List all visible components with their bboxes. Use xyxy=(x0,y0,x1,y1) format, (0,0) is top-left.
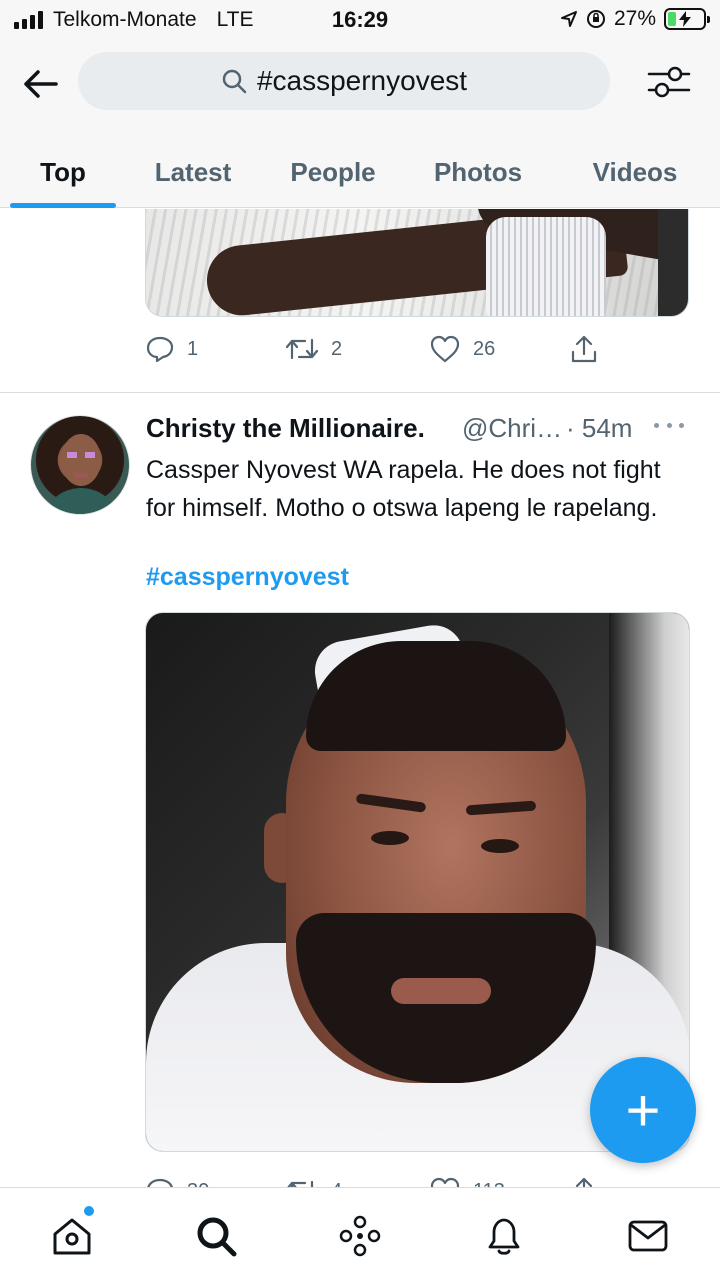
status-bar: Telkom-Monate LTE 16:29 27% xyxy=(0,0,720,40)
search-input[interactable]: #casspernyovest xyxy=(78,52,610,110)
previous-tweet-actions: 1 2 26 xyxy=(145,329,645,369)
nav-spaces[interactable] xyxy=(336,1212,384,1260)
compose-tweet-button[interactable]: + xyxy=(590,1057,696,1163)
tab-top[interactable]: Top xyxy=(10,136,116,208)
arrow-left-icon xyxy=(24,70,58,98)
notification-dot xyxy=(84,1206,94,1216)
battery-icon xyxy=(664,8,710,30)
back-button[interactable] xyxy=(18,62,62,106)
previous-tweet-image[interactable] xyxy=(145,209,689,317)
tweet-header: Christy the Millionaire. @Chri… · 54m xyxy=(146,413,696,449)
tweet-text: Cassper Nyovest WA rapela. He does not f… xyxy=(146,456,661,522)
search-settings-button[interactable] xyxy=(646,62,692,102)
tab-photos[interactable]: Photos xyxy=(418,136,538,208)
author-name[interactable]: Christy the Millionaire. xyxy=(146,413,425,444)
tweet-timestamp[interactable]: · 54m xyxy=(566,413,632,444)
retweet-count: 4 xyxy=(331,1180,342,1188)
status-right: 27% xyxy=(560,7,710,31)
search-icon xyxy=(222,69,247,94)
more-options-icon[interactable] xyxy=(654,415,684,435)
plus-icon: + xyxy=(625,1076,661,1144)
retweet-button[interactable]: 2 xyxy=(285,336,342,362)
like-button[interactable]: 26 xyxy=(429,335,495,363)
active-tab-indicator xyxy=(10,203,116,208)
share-icon xyxy=(575,1177,593,1187)
nav-home[interactable] xyxy=(48,1206,96,1260)
reply-count: 1 xyxy=(187,337,199,360)
retweet-icon xyxy=(287,1180,314,1187)
tweet-divider xyxy=(0,392,720,393)
sliders-icon xyxy=(647,66,691,98)
author-handle[interactable]: @Chri… xyxy=(462,413,562,444)
orientation-lock-icon xyxy=(586,10,605,28)
reply-button[interactable]: 1 xyxy=(145,335,198,363)
tab-label: People xyxy=(290,156,376,187)
reply-icon xyxy=(147,1178,173,1187)
retweet-button[interactable]: 4 xyxy=(285,1178,342,1187)
bottom-nav xyxy=(0,1187,720,1280)
search-query: #casspernyovest xyxy=(256,65,468,96)
nav-notifications[interactable] xyxy=(480,1212,528,1260)
spaces-icon xyxy=(339,1215,381,1257)
share-icon xyxy=(571,335,597,363)
search-tabs: Top Latest People Photos Videos xyxy=(0,136,720,208)
tab-label: Videos xyxy=(592,156,678,187)
mail-icon xyxy=(628,1220,668,1252)
retweet-count: 2 xyxy=(331,337,343,360)
reply-button[interactable]: 30 xyxy=(145,1177,209,1187)
tab-label: Latest xyxy=(154,156,232,187)
share-button[interactable] xyxy=(569,1176,599,1187)
tweet-actions: 30 4 113 xyxy=(145,1171,645,1187)
battery-percent: 27% xyxy=(613,7,656,30)
tab-people[interactable]: People xyxy=(272,136,394,208)
location-icon xyxy=(560,11,577,27)
search-header: #casspernyovest Top Latest People Photos… xyxy=(0,40,720,208)
like-count: 113 xyxy=(473,1180,505,1188)
timeline[interactable]: 1 2 26 Christy the Millionaire. @Chri… ·… xyxy=(0,209,720,1187)
bell-icon xyxy=(488,1218,520,1255)
like-count: 26 xyxy=(473,337,496,360)
tab-label: Top xyxy=(40,156,86,187)
retweet-icon xyxy=(285,338,319,360)
heart-icon xyxy=(430,335,460,363)
home-icon xyxy=(53,1218,91,1255)
reply-icon xyxy=(146,336,174,363)
heart-icon xyxy=(430,1177,460,1187)
tab-label: Photos xyxy=(433,156,523,187)
share-button[interactable] xyxy=(569,334,599,364)
search-icon xyxy=(197,1217,237,1257)
tab-videos[interactable]: Videos xyxy=(576,136,694,208)
reply-count: 30 xyxy=(187,1180,209,1188)
hashtag-link[interactable]: #casspernyovest xyxy=(146,563,349,592)
nav-messages[interactable] xyxy=(624,1212,672,1260)
avatar[interactable] xyxy=(30,415,130,515)
tab-latest[interactable]: Latest xyxy=(140,136,246,208)
nav-search[interactable] xyxy=(192,1212,240,1260)
like-button[interactable]: 113 xyxy=(429,1177,505,1187)
